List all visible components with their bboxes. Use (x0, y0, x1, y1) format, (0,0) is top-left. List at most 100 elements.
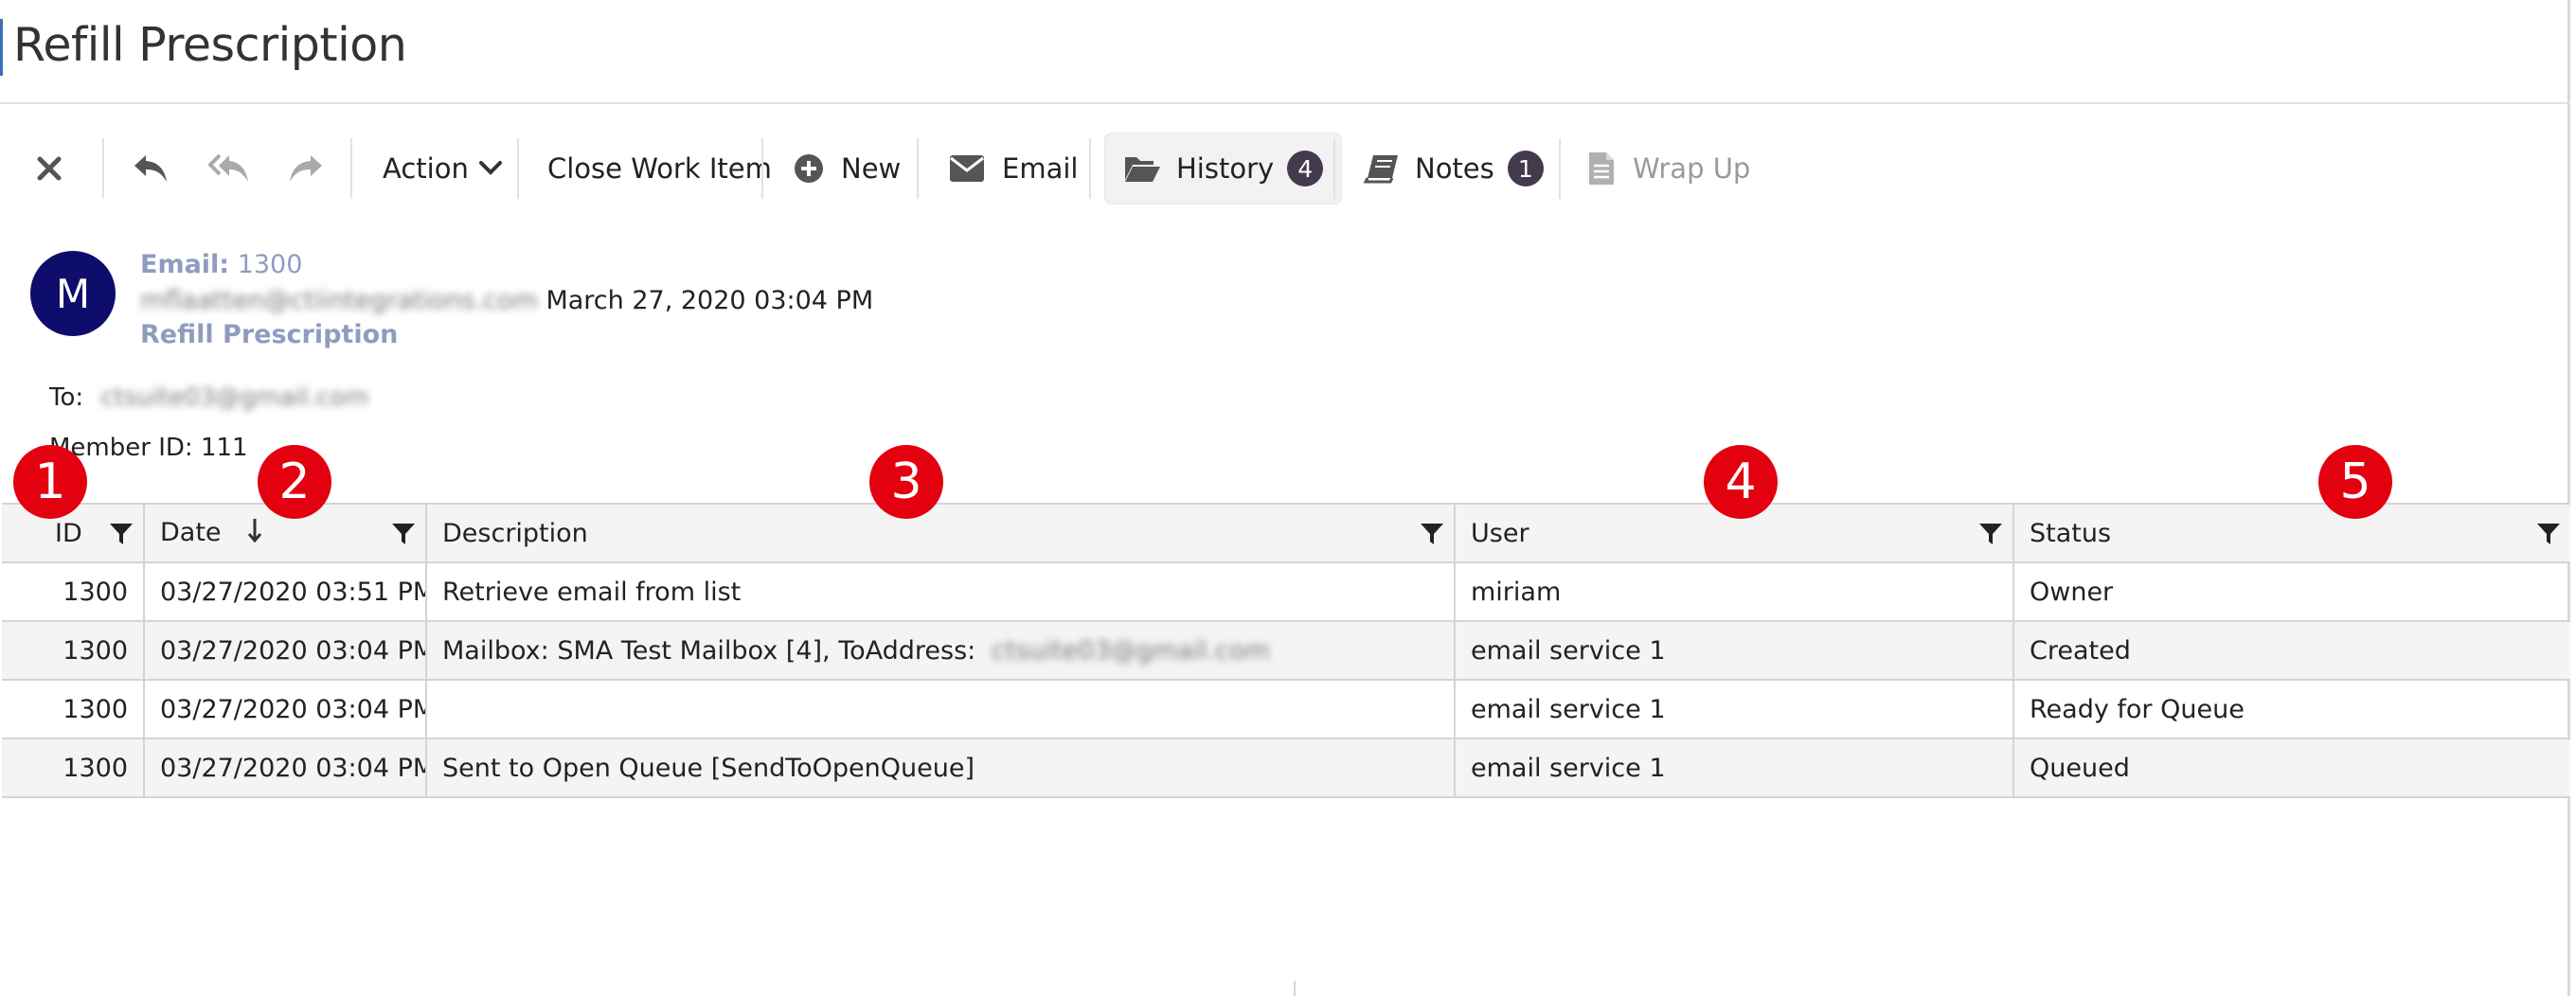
new-label: New (841, 152, 902, 185)
cell-id: 1300 (2, 562, 145, 622)
description-blurred-address: ctsuite03@gmail.com (991, 635, 1270, 666)
cell-description: Retrieve email from list (426, 562, 1456, 622)
cell-user: email service 1 (1455, 680, 2014, 739)
cell-description: Mailbox: SMA Test Mailbox [4], ToAddress… (426, 621, 1456, 681)
table-row[interactable]: 1300 03/27/2020 03:04 PM Sent to Open Qu… (2, 738, 2570, 798)
email-label: Email (1002, 152, 1079, 185)
forward-button[interactable] (286, 133, 326, 205)
email-id-label: Email: (140, 250, 230, 279)
notes-count-badge: 1 (1507, 151, 1544, 187)
toolbar: Action Close Work Item New Email History… (0, 123, 2570, 214)
table-row[interactable]: 1300 03/27/2020 03:51 PM Retrieve email … (2, 562, 2570, 622)
column-header-label: User (1471, 518, 1530, 548)
toolbar-divider (517, 138, 519, 199)
sort-descending-icon[interactable] (246, 517, 263, 550)
cell-status: Queued (2013, 738, 2570, 798)
avatar: M (30, 251, 116, 336)
description-text: Mailbox: SMA Test Mailbox [4], ToAddress… (442, 635, 976, 666)
description-text: Sent to Open Queue [SendToOpenQueue] (442, 753, 975, 783)
table-row[interactable]: 1300 03/27/2020 03:04 PM Mailbox: SMA Te… (2, 621, 2570, 681)
to-address: ctsuite03@gmail.com (100, 383, 369, 412)
reply-all-button[interactable] (208, 133, 250, 205)
cell-date: 03/27/2020 03:04 PM (144, 621, 427, 681)
email-datetime: March 27, 2020 03:04 PM (546, 286, 874, 315)
marker-4: 4 (1704, 445, 1778, 519)
column-header-label: ID (55, 518, 82, 548)
history-button[interactable]: History 4 (1104, 133, 1343, 205)
email-id-line: Email: 1300 (140, 250, 302, 279)
cell-status: Ready for Queue (2013, 680, 2570, 739)
filter-icon[interactable] (109, 522, 134, 553)
member-id-value: 111 (200, 434, 248, 462)
cell-date: 03/27/2020 03:51 PM (144, 562, 427, 622)
column-header-description[interactable]: Description (426, 503, 1456, 563)
cell-id: 1300 (2, 680, 145, 739)
toolbar-divider (102, 138, 104, 199)
table-row[interactable]: 1300 03/27/2020 03:04 PM email service 1… (2, 680, 2570, 739)
reply-icon (131, 151, 170, 186)
table-header-row: ID Date Description User Status (2, 503, 2570, 563)
wrap-up-button[interactable]: Wrap Up (1587, 133, 1750, 205)
envelope-icon (949, 154, 985, 183)
cell-description (426, 680, 1456, 739)
book-icon (1364, 153, 1400, 184)
filter-icon[interactable] (2536, 522, 2561, 553)
wrap-up-label: Wrap Up (1633, 152, 1751, 185)
page-title: Refill Prescription (13, 18, 407, 72)
cell-user: miriam (1455, 562, 2014, 622)
description-text: Retrieve email from list (442, 577, 742, 607)
cell-user: email service 1 (1455, 621, 2014, 681)
email-subject: Refill Prescription (140, 320, 399, 349)
close-icon (36, 155, 63, 182)
to-label: To: (49, 383, 84, 412)
folder-open-icon (1123, 153, 1161, 184)
to-line: To: ctsuite03@gmail.com (49, 383, 368, 412)
action-dropdown[interactable]: Action (383, 133, 503, 205)
reply-button[interactable] (131, 133, 170, 205)
notes-button[interactable]: Notes 1 (1364, 133, 1544, 205)
cell-id: 1300 (2, 621, 145, 681)
close-work-item-label: Close Work Item (547, 152, 772, 185)
marker-5: 5 (2318, 445, 2392, 519)
toolbar-divider (917, 138, 919, 199)
new-button[interactable]: New (794, 133, 901, 205)
cell-date: 03/27/2020 03:04 PM (144, 738, 427, 798)
action-label: Action (383, 152, 469, 185)
cell-date: 03/27/2020 03:04 PM (144, 680, 427, 739)
notes-label: Notes (1415, 152, 1494, 185)
history-label: History (1176, 152, 1275, 185)
filter-icon[interactable] (391, 522, 416, 553)
column-header-label: Date (160, 517, 222, 547)
splitter-handle[interactable] (1294, 981, 1296, 996)
marker-3: 3 (869, 445, 943, 519)
forward-icon (286, 151, 326, 186)
marker-2: 2 (258, 445, 331, 519)
cell-status: Owner (2013, 562, 2570, 622)
toolbar-divider (1559, 138, 1561, 199)
email-id-value: 1300 (237, 250, 303, 279)
history-table: ID Date Description User Status 1300 03/… (2, 503, 2570, 798)
cell-description: Sent to Open Queue [SendToOpenQueue] (426, 738, 1456, 798)
close-button[interactable] (36, 133, 63, 205)
close-work-item-button[interactable]: Close Work Item (547, 133, 772, 205)
document-icon (1587, 151, 1616, 187)
column-header-label: Description (442, 518, 588, 548)
chevron-down-icon (478, 160, 503, 177)
history-count-badge: 4 (1287, 151, 1324, 187)
from-address: mflaatten@ctiintegrations.com (140, 286, 538, 315)
cell-status: Created (2013, 621, 2570, 681)
filter-icon[interactable] (1978, 522, 2003, 553)
title-accent (0, 19, 3, 76)
title-bar: Refill Prescription (0, 0, 2570, 104)
plus-circle-icon (794, 153, 824, 184)
toolbar-divider (350, 138, 352, 199)
column-header-id[interactable]: ID (2, 503, 145, 563)
filter-icon[interactable] (1420, 522, 1444, 553)
cell-id: 1300 (2, 738, 145, 798)
toolbar-divider (1333, 138, 1335, 199)
email-button[interactable]: Email (949, 133, 1078, 205)
toolbar-divider (1089, 138, 1091, 199)
column-header-status[interactable]: Status (2013, 503, 2570, 563)
reply-all-icon (208, 151, 250, 186)
member-id-line: Member ID: 111 (49, 434, 248, 462)
